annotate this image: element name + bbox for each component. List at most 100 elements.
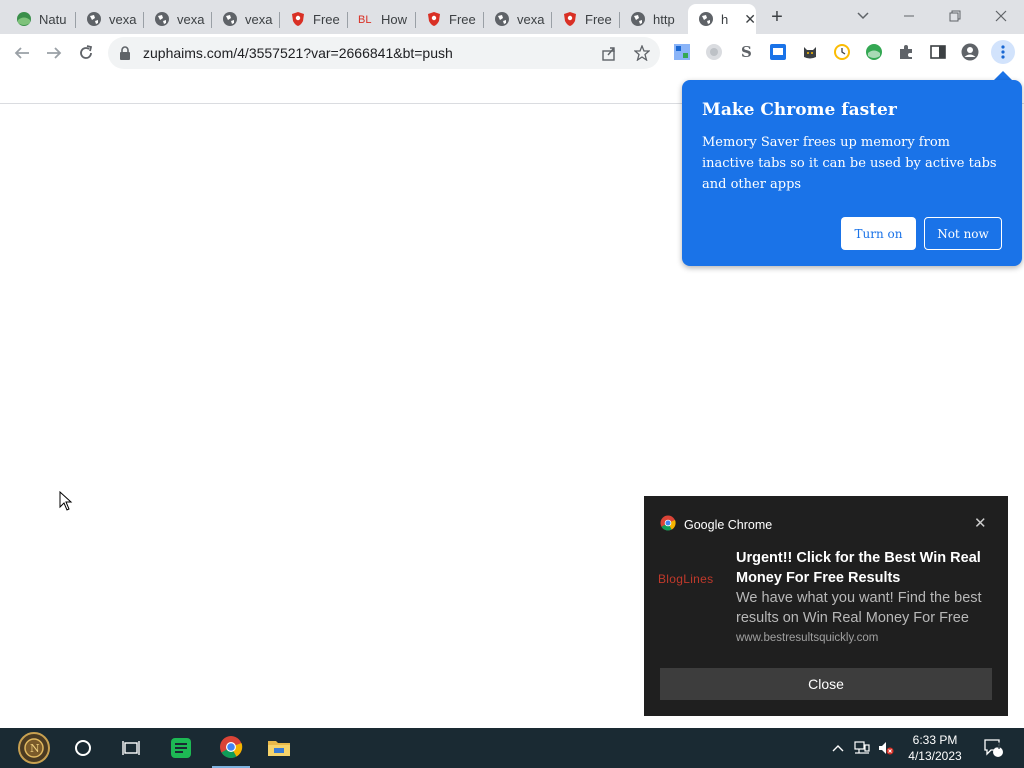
restore-button[interactable]: [941, 5, 969, 27]
globe-icon: [630, 11, 646, 27]
notification-title: Urgent!! Click for the Best Win Real Mon…: [736, 550, 981, 586]
tab[interactable]: vexa: [484, 4, 552, 34]
extension-grey-circle-icon[interactable]: [705, 43, 723, 61]
share-icon[interactable]: [601, 45, 617, 61]
task-view-icon: [122, 741, 140, 755]
windows-taskbar: N 6:33 PM 4/13/2023 4: [0, 728, 1024, 768]
show-hidden-icons-button[interactable]: [830, 728, 846, 768]
tab[interactable]: Free: [280, 4, 348, 34]
tab[interactable]: Free: [416, 4, 484, 34]
tab-strip: Natu vexa vexa vexa Free BL How Free vex…: [0, 0, 1024, 34]
tab[interactable]: Natu: [6, 4, 76, 34]
volume-muted-icon: [879, 742, 894, 755]
tab[interactable]: vexa: [144, 4, 212, 34]
lock-icon[interactable]: [118, 45, 132, 66]
tab-title: Free: [313, 11, 340, 27]
close-icon[interactable]: ✕: [974, 514, 987, 532]
extension-s-icon[interactable]: S: [737, 43, 755, 61]
action-center-button[interactable]: 4: [980, 728, 1008, 768]
cortana-button[interactable]: [66, 728, 100, 768]
start-button[interactable]: N: [8, 728, 60, 768]
red-shield-icon: [426, 11, 442, 27]
bookmark-star-icon[interactable]: [633, 44, 651, 62]
address-bar[interactable]: zuphaims.com/4/3557521?var=2666841&bt=pu…: [108, 37, 660, 69]
red-shield-icon: [290, 11, 306, 27]
chevron-up-icon: [832, 745, 844, 752]
chrome-logo-icon: [660, 515, 676, 534]
globe-icon: [154, 11, 170, 27]
tab-title: http: [653, 11, 675, 27]
tab-title: vexa: [109, 11, 137, 27]
url-text[interactable]: zuphaims.com/4/3557521?var=2666841&bt=pu…: [143, 45, 453, 61]
tab[interactable]: http: [620, 4, 688, 34]
browser-toolbar: zuphaims.com/4/3557521?var=2666841&bt=pu…: [0, 34, 1024, 72]
tab-title: vexa: [245, 11, 273, 27]
chrome-logo-icon: [220, 736, 243, 758]
red-shield-icon: [562, 11, 578, 27]
new-tab-button[interactable]: +: [766, 6, 788, 28]
volume-button[interactable]: [876, 728, 896, 768]
tab[interactable]: BL How: [348, 4, 416, 34]
task-view-button[interactable]: [114, 728, 148, 768]
turn-on-button[interactable]: Turn on: [841, 217, 916, 250]
globe-icon: [222, 11, 238, 27]
close-tab-icon[interactable]: ✕: [744, 11, 756, 28]
clock[interactable]: 6:33 PM 4/13/2023: [900, 732, 970, 764]
restore-icon: [949, 10, 961, 22]
network-icon: [854, 741, 870, 754]
extension-blue-box-icon[interactable]: [769, 43, 787, 61]
notification-body: We have what you want! Find the best res…: [736, 590, 982, 626]
svg-text:BL: BL: [358, 14, 371, 26]
back-button[interactable]: [10, 41, 34, 65]
notification-close-button[interactable]: Close: [660, 668, 992, 700]
globe-icon: [698, 11, 714, 27]
chevron-down-icon: [857, 12, 869, 20]
notification-header: Google Chrome: [660, 515, 772, 534]
memory-saver-bubble: Make Chrome faster Memory Saver frees up…: [682, 80, 1022, 266]
minimize-button[interactable]: [895, 5, 923, 27]
reload-button[interactable]: [74, 41, 98, 65]
reload-icon: [80, 45, 93, 59]
clock-time: 6:33 PM: [912, 733, 958, 747]
cortana-circle-icon: [75, 740, 91, 756]
bubble-body: Memory Saver frees up memory from inacti…: [702, 135, 997, 192]
puzzle-icon[interactable]: [897, 43, 915, 61]
tab[interactable]: vexa: [212, 4, 280, 34]
extension-globe-icon[interactable]: [865, 43, 883, 61]
tab-title: vexa: [517, 11, 545, 27]
extension-clock-icon[interactable]: [833, 43, 851, 61]
tab-title: Free: [585, 11, 612, 27]
not-now-button[interactable]: Not now: [924, 217, 1002, 250]
taskbar-file-explorer[interactable]: [262, 728, 296, 768]
forward-button[interactable]: [42, 41, 66, 65]
tab-search-button[interactable]: [849, 5, 877, 27]
side-panel-icon[interactable]: [929, 43, 947, 61]
notification-site: www.bestresultsquickly.com: [736, 632, 879, 644]
close-window-button[interactable]: [987, 5, 1015, 27]
green-chat-app-icon: [171, 738, 191, 758]
taskbar-chrome[interactable]: [212, 728, 250, 768]
notification-app-name: Google Chrome: [684, 517, 773, 532]
bl-icon: BL: [358, 11, 374, 27]
svg-text:N: N: [30, 742, 40, 755]
tab[interactable]: Free: [552, 4, 620, 34]
network-button[interactable]: [852, 728, 872, 768]
svg-text:S: S: [741, 43, 752, 61]
mouse-cursor-icon: [59, 491, 73, 511]
tab-active[interactable]: h ✕: [688, 4, 756, 34]
tab-title: How: [381, 11, 408, 27]
tab-title: h: [721, 11, 729, 27]
globe-icon: [494, 11, 510, 27]
extension-cat-icon[interactable]: [801, 43, 819, 61]
extension-image-icon[interactable]: [673, 43, 691, 61]
notification-logo: BlogLines: [658, 572, 714, 586]
minimize-icon: [904, 15, 914, 17]
globe-leaf-icon: [16, 11, 32, 27]
tab[interactable]: vexa: [76, 4, 144, 34]
taskbar-app-green[interactable]: [164, 728, 198, 768]
arrow-right-icon: [47, 47, 62, 59]
menu-kebab-icon[interactable]: [991, 40, 1015, 64]
profile-avatar-icon[interactable]: [961, 43, 979, 61]
start-orb-icon: N: [18, 732, 50, 764]
arrow-left-icon: [14, 47, 29, 59]
